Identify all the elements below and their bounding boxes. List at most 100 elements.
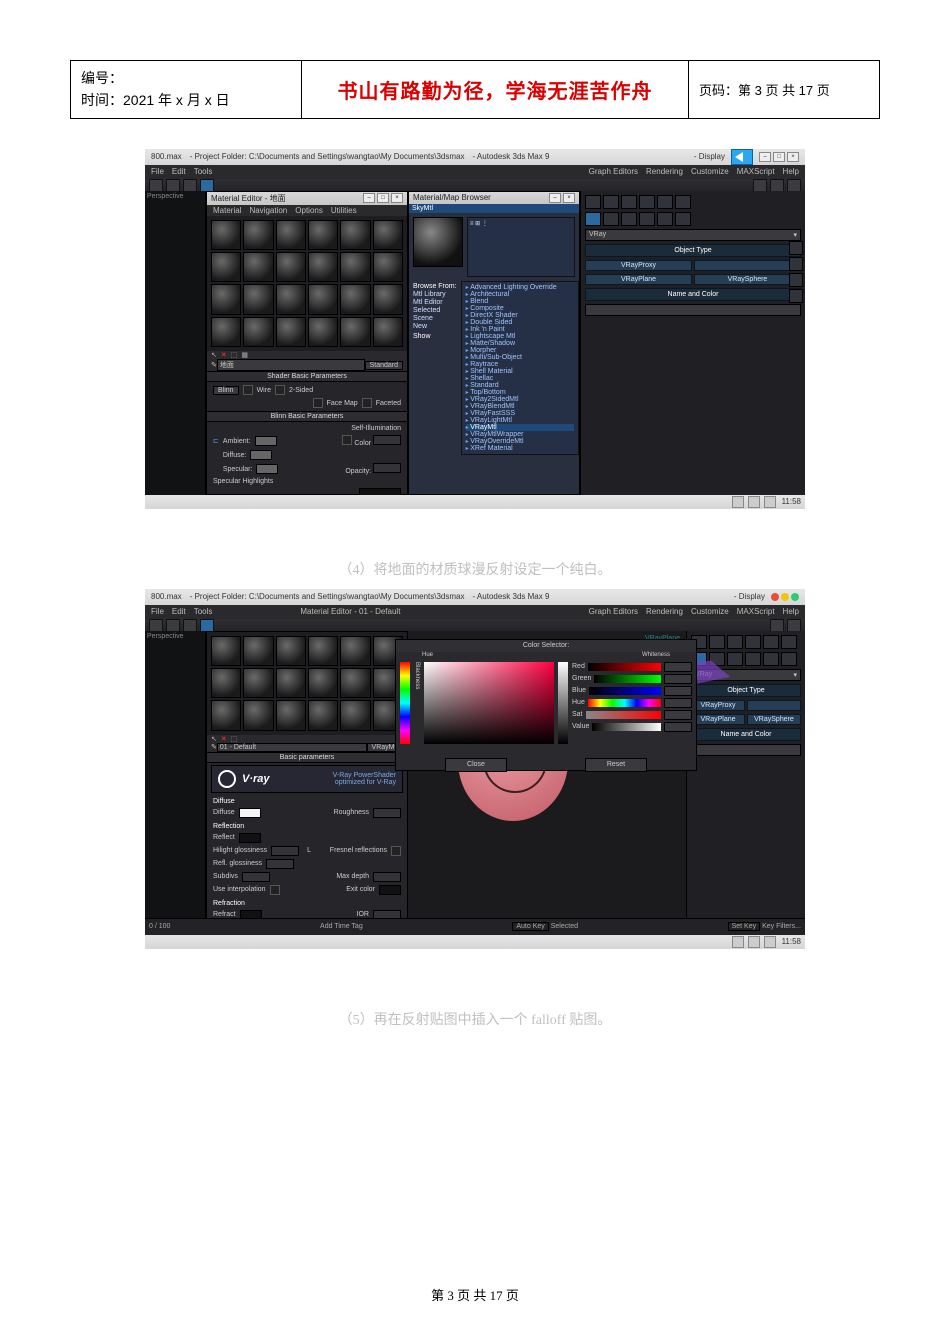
me-menu-material[interactable]: Material [213, 206, 241, 215]
object-name-field[interactable] [585, 304, 801, 316]
sample-slot[interactable] [308, 636, 338, 666]
sample-slot[interactable] [308, 668, 338, 698]
menu-tools[interactable]: Tools [194, 607, 213, 616]
list-item[interactable]: Morpher [466, 347, 574, 354]
geometry-icon[interactable] [585, 212, 601, 226]
vraysphere-button[interactable]: VRaySphere [694, 274, 801, 285]
min-button[interactable]: – [759, 152, 771, 162]
ambient-swatch[interactable] [255, 436, 277, 446]
max-button[interactable]: □ [773, 152, 785, 162]
sample-slot[interactable] [276, 220, 306, 250]
sample-slot[interactable] [308, 284, 338, 314]
satval-picker[interactable] [424, 662, 554, 744]
list-item[interactable]: VRay2SidedMtl [466, 396, 574, 403]
me-close[interactable]: × [391, 193, 403, 203]
sample-slot[interactable] [308, 317, 338, 347]
twosided-checkbox[interactable] [275, 385, 285, 395]
tray-icon[interactable] [732, 496, 744, 508]
blue-spinner[interactable] [664, 686, 692, 696]
min-dot-icon[interactable] [781, 593, 789, 601]
spacewarps-icon[interactable] [675, 212, 691, 226]
sample-slot[interactable] [276, 252, 306, 282]
sample-slot[interactable] [211, 220, 241, 250]
display-tab-icon[interactable] [657, 195, 673, 209]
me-min[interactable]: – [363, 193, 375, 203]
assign-icon[interactable]: ⬚ [231, 351, 238, 359]
cameras-icon[interactable] [745, 652, 761, 666]
maxdepth-spinner[interactable] [373, 872, 401, 882]
browser-close[interactable]: × [563, 193, 575, 203]
from-selected[interactable]: Selected [413, 307, 457, 314]
me-menu-utilities[interactable]: Utilities [331, 206, 357, 215]
diffuse-swatch[interactable] [250, 450, 272, 460]
vrayplane-button[interactable]: VRayPlane [585, 274, 692, 285]
useinterp-checkbox[interactable] [270, 885, 280, 895]
sample-slot[interactable] [243, 220, 273, 250]
menu-help[interactable]: Help [783, 167, 799, 176]
exitcolor-swatch[interactable] [379, 885, 401, 895]
sample-slot[interactable] [340, 317, 370, 347]
list-item[interactable]: Blend [466, 298, 574, 305]
list-item[interactable]: VRayLightMtl [466, 417, 574, 424]
list-item[interactable]: Multi/Sub-Object [466, 354, 574, 361]
sample-slot[interactable] [340, 700, 370, 730]
hierarchy-tab-icon[interactable] [727, 635, 743, 649]
modify-tab-icon[interactable] [709, 635, 725, 649]
list-item[interactable]: Standard [466, 382, 574, 389]
blue-slider[interactable] [589, 687, 661, 695]
rollout-basic-params[interactable]: Basic parameters [207, 752, 407, 763]
object-name-field-2[interactable] [691, 744, 801, 756]
sample-slot[interactable] [211, 317, 241, 347]
material-type-button[interactable]: Standard [365, 361, 403, 370]
from-scene[interactable]: Scene [413, 315, 457, 322]
rollout-blinn[interactable]: Blinn Basic Parameters [207, 411, 407, 422]
motion-tab-icon[interactable] [745, 635, 761, 649]
facemap-checkbox[interactable] [313, 398, 323, 408]
helpers-icon[interactable] [657, 212, 673, 226]
shader-dropdown[interactable]: Blinn [213, 386, 239, 395]
utilities-tab-icon[interactable] [675, 195, 691, 209]
material-name-field[interactable]: 地面 [217, 359, 365, 371]
me-menu-navigation[interactable]: Navigation [249, 206, 287, 215]
from-mtleditor[interactable]: Mtl Editor [413, 299, 457, 306]
menu-help[interactable]: Help [783, 607, 799, 616]
viewport-perspective[interactable]: Perspective [145, 191, 206, 495]
modify-tab-icon[interactable] [603, 195, 619, 209]
sample-slot[interactable] [373, 284, 403, 314]
sample-slot[interactable] [276, 700, 306, 730]
green-slider[interactable] [594, 675, 661, 683]
vrayproxy-button[interactable]: VRayProxy [585, 260, 692, 271]
create-tab-icon[interactable] [585, 195, 601, 209]
menu-graph[interactable]: Graph Editors [589, 607, 638, 616]
delete-icon[interactable]: ✕ [221, 735, 227, 743]
assign-icon[interactable]: ⬚ [231, 735, 238, 743]
colorsel-close-button[interactable]: Close [445, 758, 507, 772]
cmd-button[interactable] [747, 700, 801, 711]
vraysphere-button[interactable]: VRaySphere [747, 714, 801, 725]
colorsel-reset-button[interactable]: Reset [585, 758, 647, 772]
menu-edit[interactable]: Edit [172, 607, 186, 616]
category-dropdown[interactable]: VRay▾ [585, 229, 801, 241]
me-max[interactable]: □ [377, 193, 389, 203]
browser-min[interactable]: – [549, 193, 561, 203]
list-item[interactable]: Composite [466, 305, 574, 312]
list-item[interactable]: VRayOverrideMtl [466, 438, 574, 445]
cameras-icon[interactable] [639, 212, 655, 226]
hilight-spinner[interactable] [271, 846, 299, 856]
sample-slot[interactable] [243, 668, 273, 698]
menu-file[interactable]: File [151, 167, 164, 176]
tray-icon[interactable] [748, 496, 760, 508]
specular-swatch[interactable] [256, 464, 278, 474]
shapes-icon[interactable] [603, 212, 619, 226]
sample-slot[interactable] [243, 284, 273, 314]
keyfilters-button[interactable]: Key Filters... [762, 923, 801, 930]
faceted-checkbox[interactable] [362, 398, 372, 408]
reflgloss-spinner[interactable] [266, 859, 294, 869]
spacewarps-icon[interactable] [781, 652, 797, 666]
roughness-spinner[interactable] [373, 808, 401, 818]
val-slider[interactable] [592, 723, 661, 731]
sat-slider[interactable] [586, 711, 661, 719]
val-spinner[interactable] [664, 722, 692, 732]
fresnel-checkbox[interactable] [391, 846, 401, 856]
sample-slot[interactable] [211, 700, 241, 730]
